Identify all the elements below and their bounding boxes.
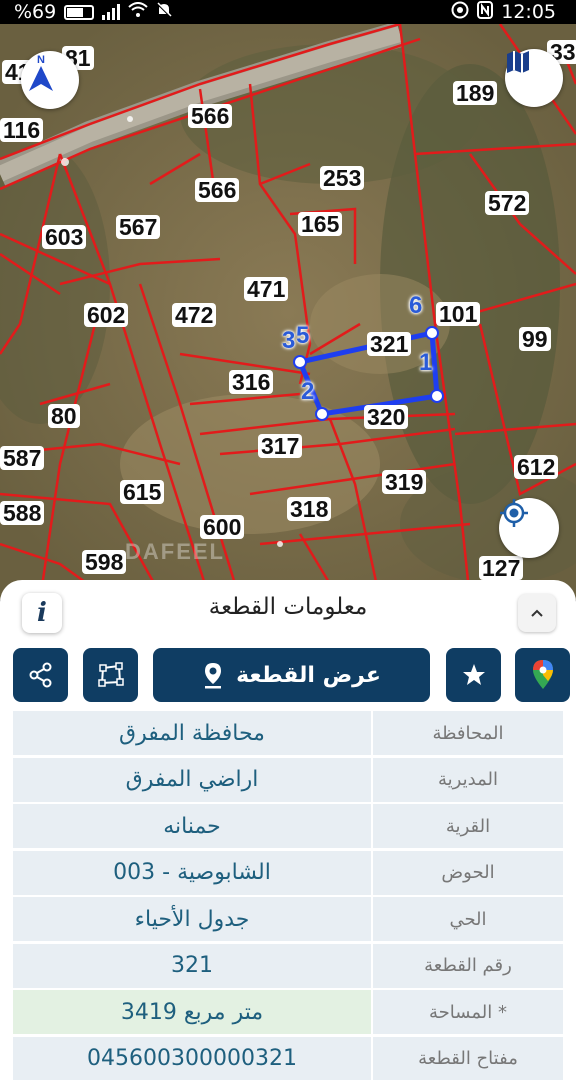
vertex-label: 6 xyxy=(409,292,423,319)
detail-row-parcel-number: 321 رقم القطعة xyxy=(13,943,563,988)
detail-key: المديرية xyxy=(373,757,563,802)
location-pin-icon xyxy=(205,663,222,689)
show-parcel-label: عرض القطعة xyxy=(236,662,381,688)
detail-key: الحوض xyxy=(373,850,563,895)
map-watermark: DAFEEL xyxy=(125,539,225,564)
detail-row-basin: الشابوصية - 003 الحوض xyxy=(13,850,563,895)
wifi-icon xyxy=(128,2,148,22)
signal-icon xyxy=(102,4,121,20)
parcel-label: 127 xyxy=(479,556,524,580)
parcel-label: 317 xyxy=(258,434,303,458)
share-icon xyxy=(29,662,51,688)
detail-value: حمنانه xyxy=(13,804,371,848)
detail-row-village: حمنانه القرية xyxy=(13,804,563,848)
draw-polygon-button[interactable] xyxy=(83,648,138,702)
detail-row-parcel-key: 045600300000321 مفتاح القطعة xyxy=(13,1036,563,1080)
sheet-header: i معلومات القطعة xyxy=(0,580,576,642)
detail-value: اراضي المفرق xyxy=(13,757,371,802)
parcel-label: 318 xyxy=(287,497,332,521)
parcel-label: 567 xyxy=(116,215,161,239)
detail-value: الشابوصية - 003 xyxy=(13,850,371,895)
vertex-label: 2 xyxy=(301,378,315,405)
parcel-label: 189 xyxy=(453,81,498,105)
parcel-label: 588 xyxy=(0,501,45,525)
detail-key: المساحة * xyxy=(373,990,563,1034)
star-icon xyxy=(462,664,485,685)
action-bar: عرض القطعة xyxy=(0,648,576,704)
parcel-details-table: محافظة المفرق المحافظة اراضي المفرق المد… xyxy=(13,711,563,1080)
google-maps-icon xyxy=(532,660,553,689)
status-bar: %69 12:05 xyxy=(0,0,576,24)
map-view[interactable]: 41 81 116 566 566 253 189 33 572 567 603… xyxy=(0,24,576,600)
detail-key: الحي xyxy=(373,897,563,941)
parcel-info-sheet: i معلومات القطعة عرض القطعة محافظة المفر… xyxy=(0,580,576,1080)
parcel-label: 615 xyxy=(120,480,165,504)
parcel-label: 99 xyxy=(519,327,551,351)
parcel-label: 471 xyxy=(244,277,289,301)
parcel-label: 587 xyxy=(0,446,45,470)
detail-row-neighborhood: جدول الأحياء الحي xyxy=(13,897,563,941)
detail-key: المحافظة xyxy=(373,711,563,755)
parcel-label: 165 xyxy=(298,212,343,236)
share-button[interactable] xyxy=(13,648,68,702)
detail-row-governorate: محافظة المفرق المحافظة xyxy=(13,711,563,755)
favorite-button[interactable] xyxy=(446,648,501,702)
parcel-label: 598 xyxy=(82,550,127,574)
compass-button[interactable]: N xyxy=(21,51,79,109)
status-right: 12:05 xyxy=(451,1,556,23)
detail-value: 3419 متر مربع xyxy=(13,990,371,1034)
detail-row-area: 3419 متر مربع المساحة * xyxy=(13,990,563,1034)
parcel-label: 320 xyxy=(364,405,409,429)
parcel-label: 602 xyxy=(84,303,129,327)
map-icon xyxy=(507,51,529,73)
parcel-label: 612 xyxy=(514,455,559,479)
parcel-label: 566 xyxy=(195,178,240,202)
map-layers-button[interactable] xyxy=(505,49,563,107)
parcel-label: 101 xyxy=(436,302,481,326)
detail-value: 321 xyxy=(13,943,371,988)
parcel-label: 321 xyxy=(367,332,412,356)
show-parcel-button[interactable]: عرض القطعة xyxy=(153,648,430,702)
status-left: %69 xyxy=(14,1,172,23)
battery-icon xyxy=(64,4,95,20)
detail-value: 045600300000321 xyxy=(13,1036,371,1080)
parcel-label: 572 xyxy=(485,191,530,215)
svg-text:N: N xyxy=(37,54,45,66)
parcel-label: 603 xyxy=(42,225,87,249)
whatsapp-icon xyxy=(451,1,469,23)
parcel-label: 566 xyxy=(188,104,233,128)
vertex-label: 3 xyxy=(282,327,296,354)
parcel-label: 472 xyxy=(172,303,217,327)
parcel-label: 316 xyxy=(229,370,274,394)
detail-key: مفتاح القطعة xyxy=(373,1036,563,1080)
collapse-button[interactable] xyxy=(518,594,556,632)
crosshair-icon xyxy=(500,499,528,527)
parcel-label: 600 xyxy=(200,515,245,539)
vertex-label: 5 xyxy=(296,322,310,349)
mute-bell-icon xyxy=(156,2,172,22)
google-maps-button[interactable] xyxy=(515,648,570,702)
detail-value: محافظة المفرق xyxy=(13,711,371,755)
polygon-icon xyxy=(97,662,124,687)
vertex-label: 1 xyxy=(419,349,433,376)
my-location-button[interactable] xyxy=(499,498,559,558)
detail-key: رقم القطعة xyxy=(373,943,563,988)
parcel-label: 80 xyxy=(48,404,80,428)
nfc-icon xyxy=(477,1,494,23)
battery-percent: %69 xyxy=(14,1,57,23)
sheet-title: معلومات القطعة xyxy=(208,594,368,620)
parcel-label: 116 xyxy=(0,118,44,142)
north-arrow-icon: N xyxy=(29,54,53,91)
parcel-label: 319 xyxy=(382,470,427,494)
detail-key: القرية xyxy=(373,804,563,848)
chevron-up-icon xyxy=(531,609,543,617)
detail-value: جدول الأحياء xyxy=(13,897,371,941)
parcel-label: 253 xyxy=(320,166,365,190)
clock: 12:05 xyxy=(501,1,556,23)
detail-row-directorate: اراضي المفرق المديرية xyxy=(13,757,563,802)
